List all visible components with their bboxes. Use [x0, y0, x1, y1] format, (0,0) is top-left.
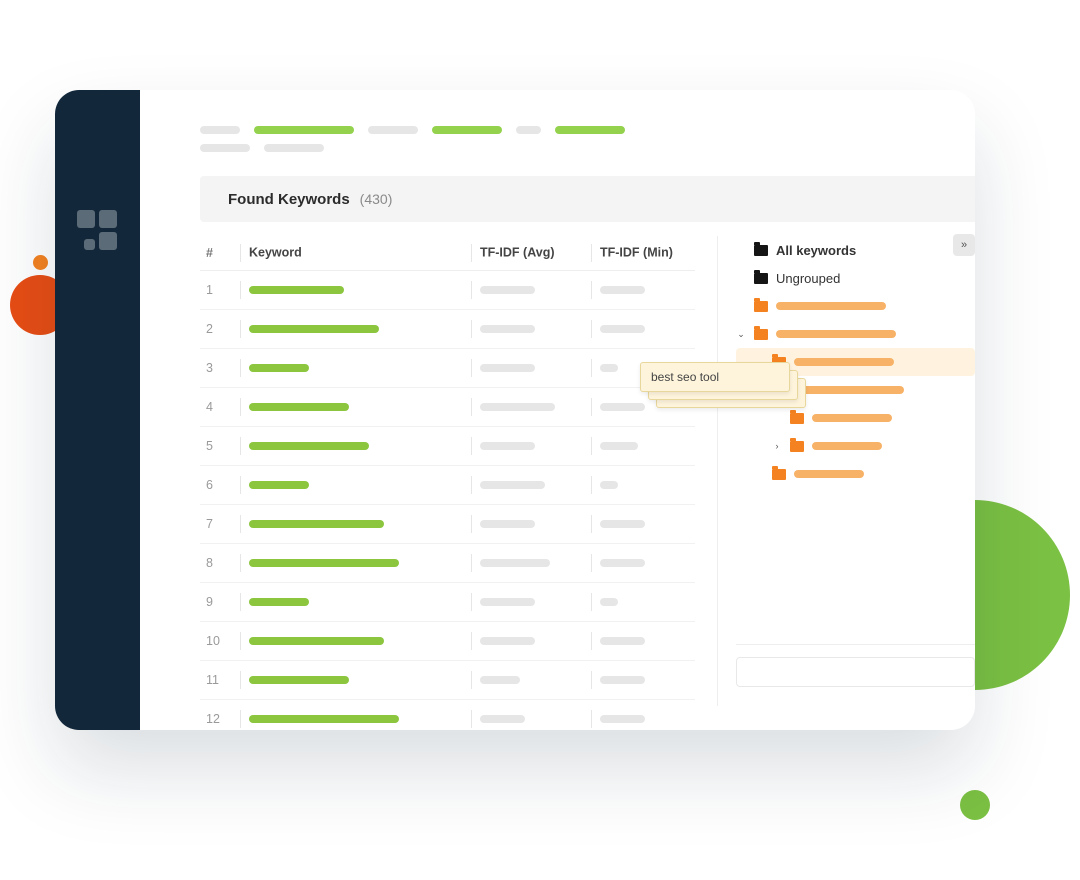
row-min [585, 700, 695, 731]
row-min [585, 544, 695, 583]
row-min [585, 583, 695, 622]
col-avg[interactable]: TF-IDF (Avg) [465, 236, 585, 271]
col-keyword[interactable]: Keyword [234, 236, 465, 271]
row-min [585, 427, 695, 466]
apps-icon[interactable] [77, 210, 117, 250]
table-row[interactable]: 10 [200, 622, 695, 661]
section-header: Found Keywords (430) [200, 176, 975, 222]
group-subitem[interactable] [736, 460, 975, 488]
row-avg [465, 271, 585, 310]
group-search-input[interactable] [736, 657, 975, 687]
table-row[interactable]: 7 [200, 505, 695, 544]
row-min [585, 310, 695, 349]
breadcrumb-sub [200, 144, 975, 152]
row-min [585, 622, 695, 661]
table-row[interactable]: 9 [200, 583, 695, 622]
row-keyword [234, 622, 465, 661]
row-avg [465, 700, 585, 731]
col-num[interactable]: # [200, 236, 234, 271]
keywords-table: # Keyword TF-IDF (Avg) TF-IDF (Min) 1234… [200, 236, 695, 706]
groups-panel: » All keywords Ungrouped ⌄ [717, 236, 975, 706]
folder-icon [772, 469, 786, 480]
group-search [736, 644, 975, 698]
chevron-down-icon: ⌄ [736, 329, 746, 340]
table-row[interactable]: 4 [200, 388, 695, 427]
row-num: 9 [200, 583, 234, 622]
group-ungrouped[interactable]: Ungrouped [736, 264, 975, 292]
row-avg [465, 427, 585, 466]
table-row[interactable]: 1 [200, 271, 695, 310]
group-item[interactable] [736, 292, 975, 320]
row-avg [465, 310, 585, 349]
sidebar [55, 90, 140, 730]
row-keyword [234, 583, 465, 622]
section-count: (430) [360, 191, 393, 207]
row-num: 2 [200, 310, 234, 349]
folder-icon [754, 301, 768, 312]
folder-icon [790, 413, 804, 424]
row-num: 5 [200, 427, 234, 466]
col-min[interactable]: TF-IDF (Min) [585, 236, 695, 271]
row-keyword [234, 466, 465, 505]
row-num: 4 [200, 388, 234, 427]
table-row[interactable]: 11 [200, 661, 695, 700]
folder-icon [754, 329, 768, 340]
row-keyword [234, 544, 465, 583]
app-window: Found Keywords (430) # Keyword TF-IDF (A… [55, 90, 975, 730]
collapse-panel-button[interactable]: » [953, 234, 975, 256]
row-num: 3 [200, 349, 234, 388]
row-num: 6 [200, 466, 234, 505]
row-num: 8 [200, 544, 234, 583]
group-item-expanded[interactable]: ⌄ [736, 320, 975, 348]
row-min [585, 271, 695, 310]
section-title: Found Keywords [228, 191, 350, 208]
row-keyword [234, 661, 465, 700]
row-min [585, 661, 695, 700]
row-num: 12 [200, 700, 234, 731]
row-num: 7 [200, 505, 234, 544]
row-avg [465, 661, 585, 700]
row-min [585, 466, 695, 505]
table-row[interactable]: 12 [200, 700, 695, 731]
table-row[interactable]: 8 [200, 544, 695, 583]
row-avg [465, 622, 585, 661]
row-keyword [234, 427, 465, 466]
row-num: 10 [200, 622, 234, 661]
row-avg [465, 388, 585, 427]
row-avg [465, 349, 585, 388]
folder-icon [790, 441, 804, 452]
row-avg [465, 544, 585, 583]
table-row[interactable]: 6 [200, 466, 695, 505]
row-keyword [234, 310, 465, 349]
row-num: 11 [200, 661, 234, 700]
table-row[interactable]: 2 [200, 310, 695, 349]
row-num: 1 [200, 271, 234, 310]
row-keyword [234, 271, 465, 310]
row-keyword [234, 349, 465, 388]
folder-icon [754, 245, 768, 256]
group-subitem[interactable] [736, 404, 975, 432]
row-avg [465, 583, 585, 622]
row-avg [465, 466, 585, 505]
group-subitem[interactable]: › [736, 432, 975, 460]
row-keyword [234, 388, 465, 427]
folder-icon [754, 273, 768, 284]
table-row[interactable]: 3 [200, 349, 695, 388]
group-all[interactable]: All keywords [736, 236, 975, 264]
main-content: Found Keywords (430) # Keyword TF-IDF (A… [140, 90, 975, 730]
row-min [585, 505, 695, 544]
table-row[interactable]: 5 [200, 427, 695, 466]
chevron-right-icon: › [772, 441, 782, 451]
row-avg [465, 505, 585, 544]
row-keyword [234, 505, 465, 544]
breadcrumb [200, 126, 975, 134]
row-keyword [234, 700, 465, 731]
